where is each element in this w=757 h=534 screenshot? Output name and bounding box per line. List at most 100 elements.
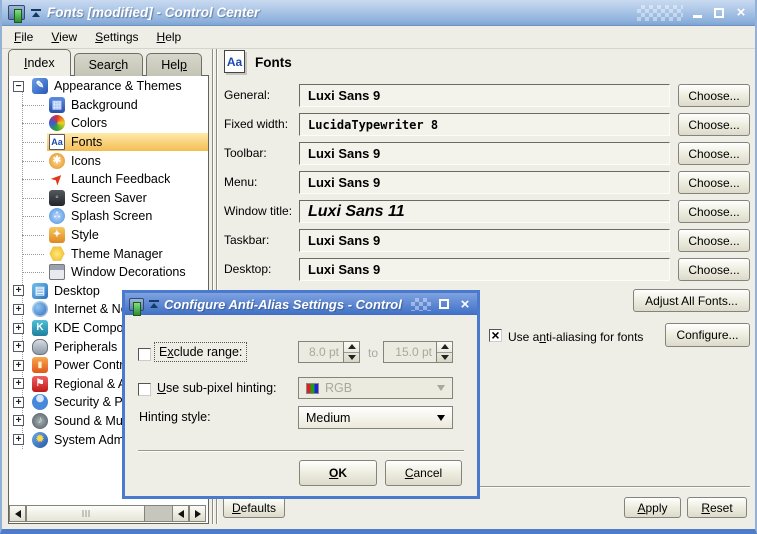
- subpixel-hinting-checkbox[interactable]: [138, 383, 151, 396]
- choose-taskbar-button[interactable]: Choose...: [678, 229, 750, 252]
- expand-expander-icon[interactable]: [13, 378, 24, 389]
- ok-button[interactable]: OK: [299, 460, 377, 486]
- tree-item-colors[interactable]: Colors: [9, 114, 208, 133]
- exclude-range-checkbox[interactable]: [138, 348, 151, 361]
- choose-menu-button[interactable]: Choose...: [678, 171, 750, 194]
- choose-toolbar-button[interactable]: Choose...: [678, 142, 750, 165]
- tree-item-style[interactable]: Style: [9, 226, 208, 245]
- shade-icon[interactable]: [31, 9, 41, 17]
- choose-general-button[interactable]: Choose...: [678, 84, 750, 107]
- expand-expander-icon[interactable]: [13, 323, 24, 334]
- collapse-expander-icon[interactable]: [13, 81, 24, 92]
- reset-button[interactable]: Reset: [687, 497, 747, 518]
- expand-expander-icon[interactable]: [13, 397, 24, 408]
- tree-item-window-decorations[interactable]: Window Decorations: [9, 263, 208, 282]
- subpixel-hinting-label: Use sub-pixel hinting:: [157, 381, 277, 395]
- scroll-left-button[interactable]: [9, 505, 26, 522]
- expand-expander-icon[interactable]: [13, 341, 24, 352]
- defaults-button[interactable]: Defaults: [223, 497, 285, 518]
- dialog-titlebar[interactable]: Configure Anti-Alias Settings - Control …: [125, 293, 477, 315]
- tree-horizontal-scrollbar[interactable]: [9, 505, 206, 522]
- tree-item-appearance-themes[interactable]: Appearance & Themes: [9, 77, 208, 96]
- fonts-module-icon: Aa: [224, 50, 245, 73]
- internet-network-icon: [32, 301, 48, 317]
- taskbar-font-preview: Luxi Sans 9: [299, 229, 670, 252]
- expand-expander-icon[interactable]: [13, 285, 24, 296]
- tab-search[interactable]: Search: [74, 53, 144, 76]
- menu-help[interactable]: Help: [149, 27, 190, 47]
- adjust-all-fonts-button[interactable]: Adjust All Fonts...: [633, 289, 750, 312]
- scroll-left-button-2[interactable]: [172, 505, 189, 522]
- hinting-style-label: Hinting style:: [139, 410, 211, 424]
- scrollbar-trough[interactable]: [145, 505, 172, 522]
- tree-item-label: Icons: [71, 154, 101, 168]
- desktop-icon: [32, 283, 48, 299]
- arrow-left-icon: [178, 510, 184, 518]
- configure-antialias-dialog: Configure Anti-Alias Settings - Control …: [122, 290, 480, 499]
- dialog-close-button[interactable]: ×: [457, 296, 473, 312]
- maximize-button[interactable]: [711, 5, 727, 21]
- window-title-font-preview: Luxi Sans 11: [299, 200, 670, 223]
- tree-item-screen-saver[interactable]: Screen Saver: [9, 189, 208, 208]
- menu-file[interactable]: File: [6, 27, 41, 47]
- chevron-down-icon: [437, 415, 445, 421]
- tree-item-fonts[interactable]: Fonts: [9, 133, 208, 152]
- tree-item-theme-manager[interactable]: Theme Manager: [9, 244, 208, 263]
- close-button[interactable]: ×: [733, 5, 749, 21]
- tree-item-background[interactable]: Background: [9, 96, 208, 115]
- maximize-icon: [439, 299, 449, 309]
- expand-expander-icon[interactable]: [13, 304, 24, 315]
- scroll-right-button[interactable]: [189, 505, 206, 522]
- scrollbar-thumb[interactable]: [26, 505, 145, 522]
- expand-expander-icon[interactable]: [13, 415, 24, 426]
- spin-up-button[interactable]: [437, 342, 452, 353]
- expand-expander-icon[interactable]: [13, 434, 24, 445]
- menu-settings[interactable]: Settings: [87, 27, 146, 47]
- control-center-app-icon: [129, 298, 144, 311]
- splash-screen-icon: [49, 208, 65, 224]
- exclude-from-spinbox[interactable]: 8.0 pt: [298, 341, 360, 363]
- tree-item-label: Appearance & Themes: [54, 79, 182, 93]
- peripherals-icon: [32, 339, 48, 355]
- taskbar-font-label: Taskbar:: [224, 233, 269, 247]
- arrow-up-icon: [348, 344, 356, 349]
- choose-window-title-button[interactable]: Choose...: [678, 200, 750, 223]
- spin-down-button[interactable]: [437, 353, 452, 363]
- main-titlebar[interactable]: Fonts [modified] - Control Center ×: [2, 0, 755, 26]
- arrow-down-icon: [348, 355, 356, 360]
- apply-button[interactable]: Apply: [624, 497, 681, 518]
- spin-up-button[interactable]: [344, 342, 359, 353]
- dialog-maximize-button[interactable]: [436, 296, 452, 312]
- tree-item-label: Peripherals: [54, 340, 117, 354]
- tree-item-icons[interactable]: Icons: [9, 151, 208, 170]
- use-antialiasing-label: Use anti-aliasing for fonts: [508, 330, 643, 344]
- spin-down-button[interactable]: [344, 353, 359, 363]
- sidebar-tabbar: Index Search Help: [8, 49, 202, 76]
- cancel-button[interactable]: Cancel: [385, 460, 462, 486]
- tree-item-label: Fonts: [71, 135, 102, 149]
- tree-item-label: Window Decorations: [71, 265, 186, 279]
- tree-item-label: Theme Manager: [71, 247, 163, 261]
- use-antialiasing-checkbox[interactable]: [489, 329, 502, 342]
- maximize-icon: [714, 8, 724, 18]
- style-icon: [49, 227, 65, 243]
- configure-antialias-button[interactable]: Configure...: [665, 323, 750, 347]
- subpixel-type-combobox[interactable]: RGB: [298, 377, 453, 399]
- shade-icon[interactable]: [149, 300, 159, 308]
- exclude-to-spinbox[interactable]: 15.0 pt: [383, 341, 453, 363]
- menu-font-label: Menu:: [224, 175, 257, 189]
- menu-view[interactable]: View: [43, 27, 85, 47]
- hinting-style-combobox[interactable]: Medium: [298, 406, 453, 429]
- dialog-separator: [138, 450, 464, 452]
- choose-fixed-width-button[interactable]: Choose...: [678, 113, 750, 136]
- close-icon: ×: [737, 5, 746, 20]
- tab-index[interactable]: Index: [8, 49, 71, 76]
- choose-desktop-button[interactable]: Choose...: [678, 258, 750, 281]
- tab-help[interactable]: Help: [146, 53, 202, 76]
- tree-item-splash-screen[interactable]: Splash Screen: [9, 207, 208, 226]
- expand-expander-icon[interactable]: [13, 360, 24, 371]
- fonts-icon: [49, 134, 65, 150]
- icons-icon: [49, 153, 65, 169]
- tree-item-launch-feedback[interactable]: Launch Feedback: [9, 170, 208, 189]
- minimize-button[interactable]: [689, 5, 705, 21]
